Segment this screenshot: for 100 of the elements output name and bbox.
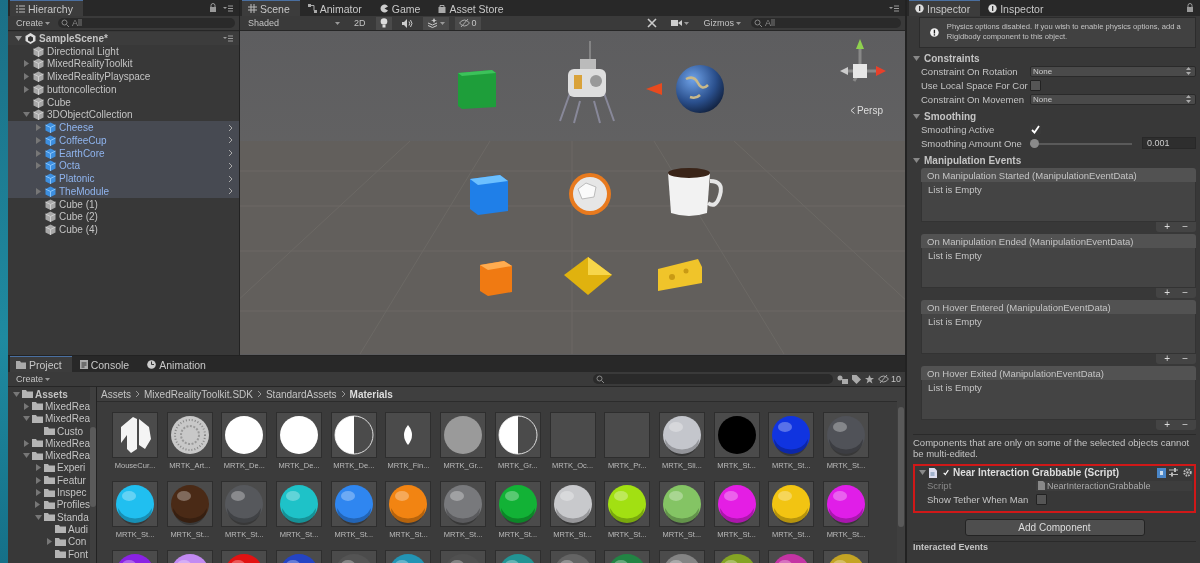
folder-item[interactable]: MixedRea: [8, 437, 90, 450]
material-preview[interactable]: [276, 412, 323, 458]
lighting-toggle[interactable]: [375, 16, 392, 30]
scene-view-tab[interactable]: Scene: [242, 0, 300, 16]
search-field[interactable]: All: [751, 18, 901, 28]
material-preview[interactable]: [549, 481, 596, 527]
mug-drawing[interactable]: [668, 168, 723, 216]
dropdown[interactable]: None: [1030, 93, 1196, 105]
folder-item[interactable]: Audi: [8, 523, 90, 536]
expand-arrow[interactable]: [23, 439, 30, 447]
effects-dropdown[interactable]: [422, 16, 449, 30]
slider-thumb[interactable]: [1030, 138, 1039, 148]
expand-arrow[interactable]: [23, 452, 30, 460]
enable-checkbox[interactable]: [940, 467, 950, 478]
expand-arrow[interactable]: [14, 34, 22, 42]
material-preview[interactable]: [658, 412, 705, 458]
folder-item[interactable]: Experi: [8, 461, 90, 475]
projection-label[interactable]: Persp: [849, 105, 883, 116]
material-preview[interactable]: [385, 412, 432, 458]
scrollbar[interactable]: [897, 387, 905, 563]
hierarchy-item[interactable]: Cube (4): [8, 223, 239, 236]
breadcrumb-link[interactable]: Materials: [349, 388, 393, 400]
sphere-drawing[interactable]: [569, 173, 611, 215]
folder-item[interactable]: MixedRea: [8, 412, 90, 425]
material-preview[interactable]: [494, 481, 541, 527]
folder-item[interactable]: Font: [8, 547, 90, 561]
inspector-tab[interactable]: Inspector: [909, 0, 981, 16]
hierarchy-item[interactable]: Cube (2): [8, 210, 239, 224]
project-tab[interactable]: Animation: [141, 357, 216, 372]
material-preview[interactable]: [276, 481, 323, 527]
script-field[interactable]: NearInteractionGrabbable: [1036, 480, 1192, 491]
breadcrumb-link[interactable]: MixedRealityToolkit.SDK: [144, 388, 253, 400]
material-preview[interactable]: [112, 481, 158, 527]
checkbox[interactable]: [1030, 79, 1041, 91]
help-book-icon[interactable]: [1157, 467, 1166, 478]
expand-arrow[interactable]: [34, 476, 42, 484]
hierarchy-item[interactable]: Cube: [8, 95, 239, 109]
folder-item[interactable]: Standa: [8, 510, 90, 524]
hierarchy-item[interactable]: Cheese: [8, 121, 239, 134]
section-header[interactable]: Manipulation Events: [913, 154, 1196, 166]
remove-button[interactable]: −: [1180, 420, 1190, 430]
hierarchy-tab[interactable]: Hierarchy: [10, 0, 83, 16]
hierarchy-item[interactable]: TheModule: [8, 185, 239, 198]
cube-drawing[interactable]: [458, 70, 496, 109]
expand-arrow[interactable]: [12, 390, 20, 398]
2d-toggle[interactable]: 2D: [350, 16, 370, 30]
hierarchy-item[interactable]: Cube (1): [8, 197, 239, 211]
octahedron-drawing[interactable]: [564, 257, 612, 295]
folder-item[interactable]: Custo: [8, 424, 90, 438]
scene-view-tab[interactable]: Animator: [301, 1, 372, 16]
project-tab[interactable]: Project: [10, 356, 72, 372]
create-dropdown[interactable]: Create: [12, 372, 54, 386]
sliders-icon[interactable]: [1169, 468, 1178, 478]
globe-drawing[interactable]: [676, 65, 724, 113]
expand-arrow[interactable]: [34, 464, 42, 472]
folder-item[interactable]: Featur: [8, 474, 90, 487]
expand-arrow[interactable]: [23, 415, 30, 423]
remove-button[interactable]: −: [1180, 288, 1190, 298]
folder-item[interactable]: Con: [8, 535, 90, 548]
cheese-drawing[interactable]: [658, 259, 702, 291]
number-field[interactable]: 0.001: [1142, 137, 1196, 149]
material-preview[interactable]: [330, 481, 377, 527]
hierarchy-item[interactable]: Directional Light: [8, 44, 239, 58]
folder-item[interactable]: MixedRea: [8, 449, 90, 462]
folder-item[interactable]: Inspec: [8, 486, 90, 499]
expand-arrow[interactable]: [34, 513, 42, 521]
hidden-count-toggle[interactable]: 10: [878, 374, 901, 384]
expand-arrow[interactable]: [34, 501, 42, 509]
material-preview[interactable]: [385, 481, 432, 527]
section-header[interactable]: Interacted Events: [913, 540, 1196, 552]
section-header[interactable]: Smoothing: [913, 110, 1196, 122]
axis-gizmo-drawing[interactable]: [840, 39, 886, 83]
menu-icon[interactable]: [223, 34, 233, 42]
settings-icon[interactable]: [1183, 468, 1192, 478]
foldout-arrow-icon[interactable]: [919, 469, 926, 477]
material-preview[interactable]: [604, 481, 651, 527]
star-icon[interactable]: [865, 374, 874, 384]
add-button[interactable]: +: [1162, 222, 1173, 232]
inspector-tab[interactable]: Inspector: [982, 1, 1054, 16]
search-field[interactable]: All: [58, 18, 235, 28]
lander-drawing[interactable]: [559, 40, 615, 124]
gizmos-dropdown[interactable]: Gizmos: [699, 16, 745, 30]
expand-arrow[interactable]: [22, 85, 30, 93]
cube-drawing[interactable]: [480, 261, 512, 296]
material-preview[interactable]: [768, 481, 815, 527]
lock-icon[interactable]: [209, 3, 217, 12]
breadcrumb-link[interactable]: StandardAssets: [265, 388, 337, 400]
hierarchy-item[interactable]: buttoncollection: [8, 83, 239, 96]
folder-item[interactable]: Profiles: [8, 498, 90, 511]
material-preview[interactable]: [494, 412, 541, 458]
search-field[interactable]: [593, 374, 833, 384]
create-dropdown[interactable]: Create: [12, 16, 54, 30]
add-component-button[interactable]: Add Component: [964, 518, 1145, 536]
remove-button[interactable]: −: [1180, 354, 1190, 364]
hierarchy-item[interactable]: MixedRealityPlayspace: [8, 70, 239, 83]
filter-type-icon[interactable]: [837, 374, 848, 384]
material-preview[interactable]: [330, 412, 377, 458]
hierarchy-item[interactable]: Platonic: [8, 172, 239, 185]
expand-arrow[interactable]: [22, 111, 30, 119]
cube-drawing[interactable]: [470, 175, 508, 215]
